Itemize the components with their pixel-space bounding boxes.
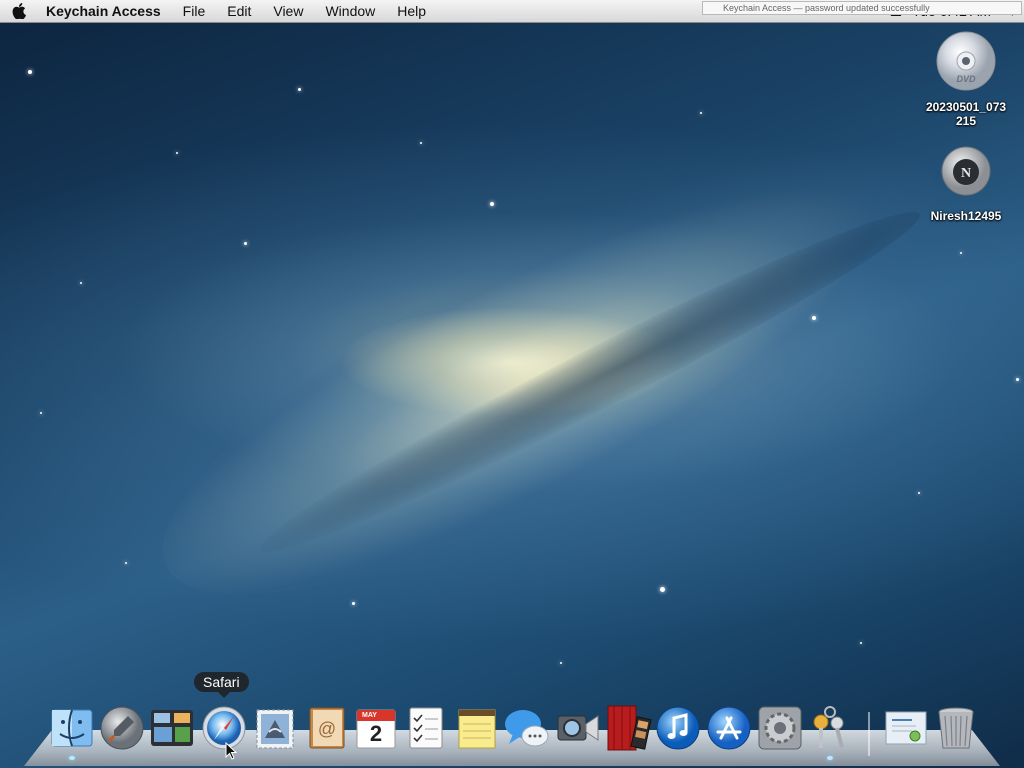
star — [960, 252, 962, 254]
dock-item-finder[interactable] — [48, 704, 96, 760]
dock-item-contacts[interactable]: @ — [302, 704, 350, 752]
star — [490, 202, 494, 206]
star — [812, 316, 816, 320]
safari-icon — [202, 706, 246, 750]
dock-item-keychain-access[interactable] — [806, 704, 854, 760]
desktop-icon-label: 20230501_073215 — [925, 100, 1007, 128]
mouse-cursor-icon — [225, 741, 238, 765]
dock-separator — [868, 712, 870, 756]
menu-help[interactable]: Help — [386, 0, 437, 22]
star — [298, 88, 301, 91]
menu-bar: Keychain Access File Edit View Window He… — [0, 0, 1024, 23]
dock-item-system-preferences[interactable] — [756, 704, 804, 752]
certificate-document-icon — [885, 711, 927, 745]
dock-item-reminders[interactable] — [402, 704, 450, 752]
dvd-disc-icon: DVD — [936, 31, 996, 91]
keychain-access-icon — [813, 706, 844, 748]
contacts-icon: @ — [309, 707, 345, 749]
dock-item-messages[interactable] — [503, 704, 551, 752]
star — [125, 562, 127, 564]
running-indicator — [69, 756, 75, 760]
finder-icon — [51, 709, 93, 747]
menu-window[interactable]: Window — [314, 0, 386, 22]
calendar-day: 2 — [369, 721, 383, 746]
running-indicator — [827, 756, 833, 760]
dock-tooltip: Safari — [194, 672, 249, 698]
star — [244, 242, 247, 245]
system-preferences-icon — [758, 706, 802, 750]
notification-banner[interactable]: Keychain Access — password updated succe… — [702, 1, 1022, 15]
dock-item-facetime[interactable] — [554, 704, 602, 752]
dock-item-notes[interactable] — [453, 704, 501, 752]
dock-item-safari[interactable] — [200, 704, 248, 752]
launchpad-icon — [100, 706, 144, 750]
desktop-icon-label: Niresh12495 — [930, 209, 1002, 223]
hard-disk-icon: N — [941, 146, 991, 196]
desktop-icon-dvd[interactable]: DVD 20230501_073215 — [916, 30, 1016, 128]
app-menu-keychain-access[interactable]: Keychain Access — [38, 0, 172, 22]
star — [352, 602, 355, 605]
star — [176, 152, 178, 154]
notification-text: Keychain Access — password updated succe… — [723, 3, 930, 13]
dock-item-itunes[interactable] — [654, 704, 702, 752]
dock-item-certificate[interactable] — [882, 704, 930, 752]
star — [420, 142, 422, 144]
desktop-wallpaper — [0, 22, 1024, 768]
star — [1016, 378, 1019, 381]
menu-view[interactable]: View — [262, 0, 314, 22]
dock-item-calendar[interactable]: MAY 2 — [352, 704, 400, 752]
itunes-icon — [656, 706, 700, 750]
star — [918, 492, 920, 494]
apple-logo-icon[interactable] — [0, 0, 38, 22]
star — [28, 70, 32, 74]
svg-text:DVD: DVD — [956, 74, 976, 84]
dock-item-mail[interactable] — [251, 704, 299, 752]
mail-icon — [256, 709, 294, 749]
star — [700, 112, 702, 114]
trash-icon — [938, 707, 974, 749]
svg-text:@: @ — [318, 719, 336, 739]
star — [40, 412, 42, 414]
svg-text:N: N — [961, 166, 971, 181]
dock-item-app-store[interactable] — [705, 704, 753, 752]
menu-file[interactable]: File — [172, 0, 217, 22]
reminders-icon — [409, 707, 443, 749]
mission-control-icon — [151, 710, 193, 746]
menu-edit[interactable]: Edit — [216, 0, 262, 22]
notes-icon — [458, 709, 496, 749]
dock-item-trash[interactable] — [932, 704, 980, 752]
dock-item-mission-control[interactable] — [148, 704, 196, 752]
star — [560, 662, 562, 664]
app-store-icon — [707, 706, 751, 750]
star — [860, 642, 862, 644]
dock: @ MAY 2 — [48, 704, 980, 760]
desktop-icon-hard-disk[interactable]: N Niresh12495 — [916, 145, 1016, 223]
messages-icon — [505, 710, 549, 747]
photo-booth-icon — [607, 705, 652, 751]
star — [80, 282, 82, 284]
star — [660, 587, 665, 592]
dock-item-photo-booth[interactable] — [604, 704, 652, 752]
calendar-month: MAY — [362, 712, 377, 719]
dock-item-launchpad[interactable] — [98, 704, 146, 752]
facetime-icon — [557, 715, 599, 741]
